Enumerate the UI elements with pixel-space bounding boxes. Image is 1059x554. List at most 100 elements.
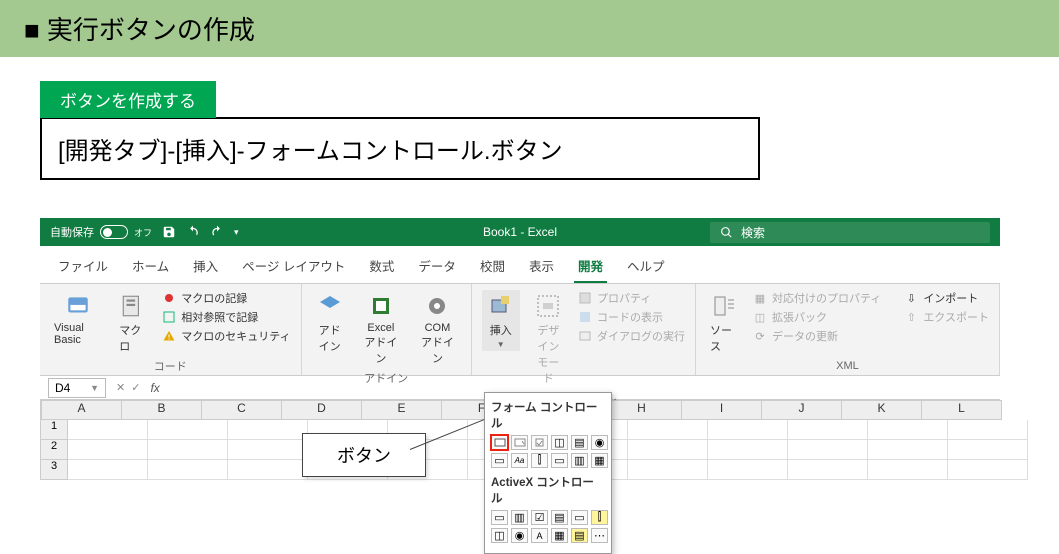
tab-pagelayout[interactable]: ページ レイアウト xyxy=(238,252,349,283)
col-header[interactable]: K xyxy=(842,400,922,420)
visual-basic-button[interactable]: Visual Basic xyxy=(50,290,105,348)
form-combo-icon[interactable]: ▥ xyxy=(571,453,588,468)
form-groupbox-icon[interactable]: ▭ xyxy=(491,453,508,468)
macros-button[interactable]: マクロ xyxy=(115,290,151,356)
col-header[interactable]: E xyxy=(362,400,442,420)
form-scrollbar-icon[interactable]: ⫿ xyxy=(531,453,548,468)
ax-listbox-icon[interactable]: ▤ xyxy=(551,510,568,525)
properties-button[interactable]: プロパティ xyxy=(577,290,685,306)
insert-controls-button[interactable]: 挿入 ▼ xyxy=(482,290,520,351)
instruction-text: [開発タブ]-[挿入]-フォームコントロール.ボタン xyxy=(40,117,760,180)
slide-header: ■ 実行ボタンの作成 xyxy=(0,0,1059,57)
tab-help[interactable]: ヘルプ xyxy=(623,252,669,283)
callout-pointer-line xyxy=(410,449,490,451)
excel-addins-button[interactable]: Excel アドイン xyxy=(358,290,405,368)
expansion-packs-button[interactable]: ◫拡張パック xyxy=(752,309,881,325)
ax-button-icon[interactable]: ▭ xyxy=(491,510,508,525)
slide-subtitle: ボタンを作成する xyxy=(40,81,216,118)
form-listbox-icon[interactable]: ▤ xyxy=(571,435,588,450)
col-header[interactable]: C xyxy=(202,400,282,420)
callout-annotation: ボタン xyxy=(302,433,426,477)
tab-file[interactable]: ファイル xyxy=(54,252,112,283)
run-dialog-button[interactable]: ダイアログの実行 xyxy=(577,328,685,344)
props-icon xyxy=(577,291,593,305)
tab-developer[interactable]: 開発 xyxy=(574,252,607,283)
tell-me-search[interactable]: 検索 xyxy=(710,222,990,243)
addin-icon xyxy=(316,292,344,320)
ax-checkbox-icon[interactable]: ☑ xyxy=(531,510,548,525)
cancel-icon[interactable]: ✕ xyxy=(116,381,125,394)
quick-access-toolbar: ▾ xyxy=(162,225,239,239)
col-header[interactable]: J xyxy=(762,400,842,420)
tab-view[interactable]: 表示 xyxy=(525,252,558,283)
refresh-icon: ⟳ xyxy=(752,329,768,343)
ax-scrollbar-icon[interactable]: ⫿ xyxy=(591,510,608,525)
tab-review[interactable]: 校閲 xyxy=(476,252,509,283)
form-button-icon[interactable] xyxy=(491,435,508,450)
ribbon: Visual Basic マクロ マクロの記録 相対参照で記録 マクロのセキュリ… xyxy=(40,284,1000,376)
group-label-xml: XML xyxy=(706,360,989,372)
form-combobox-icon[interactable] xyxy=(511,435,528,450)
xml-source-button[interactable]: ソース xyxy=(706,290,742,356)
col-header[interactable]: D xyxy=(282,400,362,420)
col-header[interactable]: B xyxy=(122,400,202,420)
enter-icon[interactable]: ✓ xyxy=(131,381,140,394)
design-mode-button[interactable]: デザイン モード xyxy=(530,290,567,388)
tab-data[interactable]: データ xyxy=(414,252,460,283)
ax-image-icon[interactable]: ▦ xyxy=(551,528,568,543)
col-header[interactable]: H xyxy=(602,400,682,420)
form-textfield-icon[interactable]: ▭ xyxy=(551,453,568,468)
com-addins-button[interactable]: COM アドイン xyxy=(414,290,461,368)
redo-icon[interactable] xyxy=(210,225,224,239)
undo-icon[interactable] xyxy=(186,225,200,239)
export-button[interactable]: ⇧エクスポート xyxy=(903,309,989,325)
form-spinner-icon[interactable]: ◫ xyxy=(551,435,568,450)
row-header[interactable]: 1 xyxy=(40,420,68,440)
ax-label-icon[interactable]: A xyxy=(531,528,548,543)
insert-icon xyxy=(487,292,515,320)
import-button[interactable]: ⇩インポート xyxy=(903,290,989,306)
name-box[interactable]: D4 ▼ xyxy=(48,378,106,398)
title-bar: 自動保存 オフ ▾ Book1 - Excel 検索 xyxy=(40,218,1000,246)
com-addin-icon xyxy=(423,292,451,320)
form-option-icon[interactable]: ◉ xyxy=(591,435,608,450)
record-macro-button[interactable]: マクロの記録 xyxy=(161,290,290,306)
form-label-icon[interactable]: Aa xyxy=(511,453,528,468)
form-dialog-icon[interactable]: ▦ xyxy=(591,453,608,468)
fx-icon[interactable]: fx xyxy=(150,381,159,395)
ax-more-icon[interactable]: ⋯ xyxy=(591,528,608,543)
save-icon[interactable] xyxy=(162,225,176,239)
warning-icon xyxy=(161,329,177,343)
search-icon xyxy=(720,226,733,239)
expansion-icon: ◫ xyxy=(752,310,768,324)
row-header[interactable]: 2 xyxy=(40,440,68,460)
macros-label: マクロ xyxy=(119,322,147,354)
macro-security-button[interactable]: マクロのセキュリティ xyxy=(161,328,290,344)
vb-icon xyxy=(64,292,92,320)
tab-formulas[interactable]: 数式 xyxy=(365,252,398,283)
ax-combo-icon[interactable]: ▥ xyxy=(511,510,528,525)
tab-insert[interactable]: 挿入 xyxy=(189,252,222,283)
ax-toggle-icon[interactable]: ▤ xyxy=(571,528,588,543)
col-header[interactable]: L xyxy=(922,400,1002,420)
viewcode-icon xyxy=(577,310,593,324)
ax-spin-icon[interactable]: ◫ xyxy=(491,528,508,543)
addins-button[interactable]: アド イン xyxy=(312,290,348,356)
qat-dropdown-icon[interactable]: ▾ xyxy=(234,227,239,238)
relative-ref-button[interactable]: 相対参照で記録 xyxy=(161,309,290,325)
col-header[interactable]: I xyxy=(682,400,762,420)
ax-option-icon[interactable]: ◉ xyxy=(511,528,528,543)
activex-controls-grid: ▭ ▥ ☑ ▤ ▭ ⫿ ◫ ◉ A ▦ ▤ ⋯ xyxy=(491,510,605,543)
autosave-toggle[interactable]: 自動保存 オフ xyxy=(50,224,152,240)
map-props-button[interactable]: ▦対応付けのプロパティ xyxy=(752,290,881,306)
view-code-button[interactable]: コードの表示 xyxy=(577,309,685,325)
import-icon: ⇩ xyxy=(903,291,919,305)
ax-textbox-icon[interactable]: ▭ xyxy=(571,510,588,525)
tab-home[interactable]: ホーム xyxy=(128,252,173,283)
chevron-down-icon[interactable]: ▼ xyxy=(90,383,99,393)
row-header[interactable]: 3 xyxy=(40,460,68,480)
macros-icon xyxy=(119,292,147,320)
form-checkbox-icon[interactable] xyxy=(531,435,548,450)
col-header[interactable]: A xyxy=(42,400,122,420)
refresh-data-button[interactable]: ⟳データの更新 xyxy=(752,328,881,344)
